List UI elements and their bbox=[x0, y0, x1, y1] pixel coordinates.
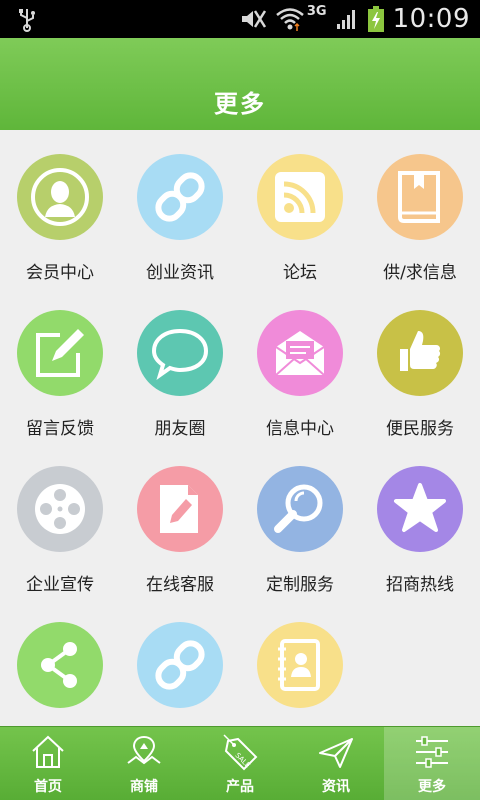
grid-item-info-center[interactable]: 信息中心 bbox=[240, 286, 360, 442]
grid-item-member-center[interactable]: 会员中心 bbox=[0, 130, 120, 286]
grid-item-label: 会员中心 bbox=[26, 263, 94, 283]
grid-item-label: 企业宣传 bbox=[26, 575, 94, 595]
send-icon bbox=[319, 738, 353, 768]
mail-icon bbox=[257, 310, 343, 396]
network-type: 3G bbox=[306, 3, 327, 19]
grid-item-friends-circle[interactable]: 朋友圈 bbox=[120, 286, 240, 442]
grid-item-label: 定制服务 bbox=[266, 575, 334, 595]
bottom-tab-bar: 首页 商铺 SALE 产品 资讯 更多 bbox=[0, 726, 480, 800]
status-bar: 3G 10:09 bbox=[0, 0, 480, 38]
grid-item-startup-news[interactable]: 创业资讯 bbox=[120, 130, 240, 286]
grid-item-public-service[interactable]: 便民服务 bbox=[360, 286, 480, 442]
film-reel-icon bbox=[17, 466, 103, 552]
grid-item-label: 创业资讯 bbox=[146, 263, 214, 283]
mute-icon bbox=[241, 10, 266, 28]
edit-icon bbox=[17, 310, 103, 396]
grid-item-company-promo[interactable]: 企业宣传 bbox=[0, 442, 120, 598]
grid-item-custom-service[interactable]: 定制服务 bbox=[240, 442, 360, 598]
tab-label: 首页 bbox=[34, 779, 62, 795]
grid-item-label: 在线客服 bbox=[146, 575, 214, 595]
book-icon bbox=[377, 154, 463, 240]
grid-item-label: 供/求信息 bbox=[383, 263, 457, 283]
grid-item-feedback[interactable]: 留言反馈 bbox=[0, 286, 120, 442]
map-icon bbox=[127, 735, 161, 765]
tab-label: 商铺 bbox=[130, 779, 158, 795]
grid-item-supply-demand[interactable]: 供/求信息 bbox=[360, 130, 480, 286]
contacts-icon bbox=[257, 622, 343, 708]
grid-item-label: 论坛 bbox=[283, 263, 317, 283]
sale-tag-icon: SALE bbox=[223, 734, 258, 771]
thumbs-up-icon bbox=[377, 310, 463, 396]
document-edit-icon bbox=[137, 466, 223, 552]
tab-news[interactable]: 资讯 bbox=[288, 727, 384, 800]
magnifier-icon bbox=[257, 466, 343, 552]
grid-item-label: 留言反馈 bbox=[26, 419, 94, 439]
grid-item-forum[interactable]: 论坛 bbox=[240, 130, 360, 286]
tab-label: 资讯 bbox=[322, 779, 350, 795]
member-icon bbox=[17, 154, 103, 240]
link-icon bbox=[137, 154, 223, 240]
link-icon bbox=[137, 622, 223, 708]
grid-item-label: 信息中心 bbox=[266, 419, 334, 439]
tab-label: 更多 bbox=[418, 779, 446, 795]
tab-shops[interactable]: 商铺 bbox=[96, 727, 192, 800]
clock: 10:09 bbox=[392, 4, 470, 34]
tab-more[interactable]: 更多 bbox=[384, 727, 480, 800]
settings-sliders-icon bbox=[416, 736, 448, 768]
feature-grid: 会员中心 创业资讯 论坛 供/求信息 留言反馈 朋友圈 信息中心 便民服务 企业… bbox=[0, 130, 480, 726]
title-bar: 更多 bbox=[0, 38, 480, 130]
page-title: 更多 bbox=[214, 90, 266, 118]
grid-item-label: 便民服务 bbox=[386, 419, 454, 439]
grid-item-online-support[interactable]: 在线客服 bbox=[120, 442, 240, 598]
tab-home[interactable]: 首页 bbox=[0, 727, 96, 800]
usb-icon bbox=[19, 9, 35, 32]
rss-icon bbox=[257, 154, 343, 240]
share-icon bbox=[17, 622, 103, 708]
star-icon bbox=[377, 466, 463, 552]
battery-icon bbox=[367, 6, 384, 32]
grid-item-label: 招商热线 bbox=[386, 575, 454, 595]
tab-products[interactable]: SALE 产品 bbox=[192, 727, 288, 800]
wifi-icon bbox=[276, 8, 304, 31]
grid-item-label: 朋友圈 bbox=[154, 419, 206, 439]
home-icon bbox=[32, 735, 64, 768]
tab-label: 产品 bbox=[226, 779, 254, 795]
grid-item-investment-hotline[interactable]: 招商热线 bbox=[360, 442, 480, 598]
chat-icon bbox=[137, 310, 223, 396]
signal-icon bbox=[336, 10, 355, 29]
